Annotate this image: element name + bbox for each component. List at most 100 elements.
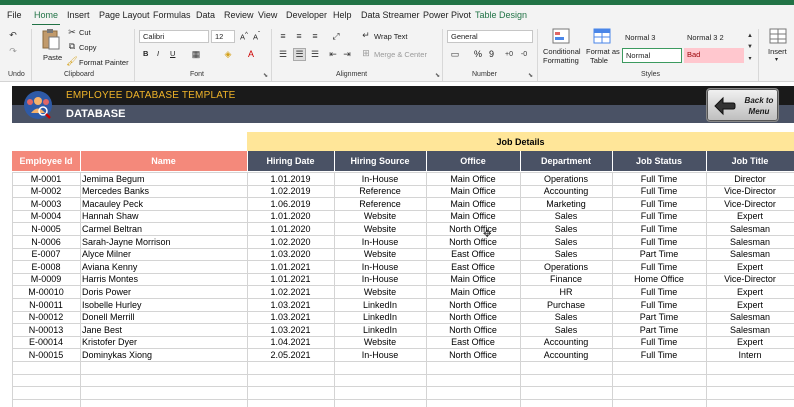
shrink-font-icon[interactable]: Aˇ bbox=[253, 31, 260, 42]
cell-name[interactable]: Carmel Beltran bbox=[82, 224, 247, 235]
cell-hiring-date[interactable]: 1.02.2021 bbox=[247, 287, 334, 298]
cell-hiring-date[interactable]: 1.04.2021 bbox=[247, 337, 334, 348]
orientation-icon[interactable]: ⤢ bbox=[330, 30, 342, 42]
cell-office[interactable]: Main Office bbox=[426, 211, 520, 222]
merge-center-button[interactable]: Merge & Center bbox=[374, 50, 427, 59]
italic-button[interactable]: I bbox=[157, 49, 159, 58]
cell-hiring-source[interactable]: Website bbox=[334, 287, 426, 298]
cell-name[interactable]: Jemima Begum bbox=[82, 174, 247, 185]
cell-job-status[interactable]: Full Time bbox=[612, 174, 706, 185]
tab-help[interactable]: Help bbox=[333, 10, 352, 20]
cell-hiring-source[interactable]: Website bbox=[334, 249, 426, 260]
tab-page-layout[interactable]: Page Layout bbox=[99, 10, 150, 20]
align-top-icon[interactable]: ≡ bbox=[277, 30, 289, 42]
cell-name[interactable]: Aviana Kenny bbox=[82, 262, 247, 273]
align-center-icon[interactable]: ☰ bbox=[293, 48, 306, 61]
cell-hiring-source[interactable]: Reference bbox=[334, 199, 426, 210]
styles-scroll-down-icon[interactable]: ▼ bbox=[746, 42, 754, 52]
cell-employee-id[interactable]: M-00010 bbox=[12, 287, 80, 298]
cell-office[interactable]: North Office bbox=[426, 350, 520, 361]
bold-button[interactable]: B bbox=[143, 49, 148, 58]
cell-hiring-date[interactable]: 2.05.2021 bbox=[247, 350, 334, 361]
undo-icon[interactable]: ↶ bbox=[6, 29, 20, 41]
grow-font-icon[interactable]: A^ bbox=[240, 31, 248, 42]
align-right-icon[interactable]: ☰ bbox=[309, 48, 321, 60]
cell-job-title[interactable]: Expert bbox=[706, 262, 794, 273]
cell-job-title[interactable]: Salesman bbox=[706, 237, 794, 248]
cell-department[interactable]: Marketing bbox=[520, 199, 612, 210]
cell-name[interactable]: Kristofer Dyer bbox=[82, 337, 247, 348]
cell-employee-id[interactable]: N-00013 bbox=[12, 325, 80, 336]
cell-job-title[interactable]: Intern bbox=[706, 350, 794, 361]
cell-name[interactable]: Hannah Shaw bbox=[82, 211, 247, 222]
cell-department[interactable]: Accounting bbox=[520, 350, 612, 361]
cell-job-status[interactable]: Full Time bbox=[612, 199, 706, 210]
tab-view[interactable]: View bbox=[258, 10, 277, 20]
cell-hiring-source[interactable]: Website bbox=[334, 211, 426, 222]
cell-job-title[interactable]: Vice-Director bbox=[706, 199, 794, 210]
redo-icon[interactable]: ↷ bbox=[6, 45, 20, 57]
cell-office[interactable]: Main Office bbox=[426, 174, 520, 185]
font-name-select[interactable]: Calibri bbox=[139, 30, 209, 43]
cell-job-status[interactable]: Part Time bbox=[612, 249, 706, 260]
align-middle-icon[interactable]: ≡ bbox=[293, 30, 305, 42]
cell-hiring-source[interactable]: In-House bbox=[334, 262, 426, 273]
increase-indent-icon[interactable]: ⇥ bbox=[341, 48, 353, 60]
cell-office[interactable]: Main Office bbox=[426, 186, 520, 197]
cell-department[interactable]: Sales bbox=[520, 224, 612, 235]
tab-table-design[interactable]: Table Design bbox=[475, 10, 527, 20]
cell-hiring-source[interactable]: In-House bbox=[334, 237, 426, 248]
fill-color-icon[interactable]: ◈ bbox=[222, 48, 234, 60]
wrap-text-button[interactable]: Wrap Text bbox=[374, 32, 408, 41]
cell-job-status[interactable]: Full Time bbox=[612, 186, 706, 197]
tab-power-pivot[interactable]: Power Pivot bbox=[423, 10, 471, 20]
cell-hiring-date[interactable]: 1.06.2019 bbox=[247, 199, 334, 210]
cell-job-title[interactable]: Vice-Director bbox=[706, 186, 794, 197]
cell-office[interactable]: East Office bbox=[426, 249, 520, 260]
percent-button[interactable]: % bbox=[474, 49, 482, 59]
styles-more-icon[interactable]: ▾ bbox=[746, 53, 754, 63]
tab-file[interactable]: File bbox=[7, 10, 22, 20]
cell-employee-id[interactable]: M-0003 bbox=[12, 199, 80, 210]
cell-job-title[interactable]: Salesman bbox=[706, 224, 794, 235]
cell-department[interactable]: Operations bbox=[520, 174, 612, 185]
copy-button[interactable]: Copy bbox=[79, 43, 97, 52]
style-normal[interactable]: Normal bbox=[622, 48, 682, 63]
font-size-select[interactable]: 12 bbox=[211, 30, 235, 43]
cell-department[interactable]: Sales bbox=[520, 325, 612, 336]
cell-name[interactable]: Harris Montes bbox=[82, 274, 247, 285]
tab-data-streamer[interactable]: Data Streamer bbox=[361, 10, 420, 20]
cell-employee-id[interactable]: E-0007 bbox=[12, 249, 80, 260]
cell-department[interactable]: Sales bbox=[520, 249, 612, 260]
cell-job-status[interactable]: Full Time bbox=[612, 287, 706, 298]
cell-employee-id[interactable]: N-00015 bbox=[12, 350, 80, 361]
cell-hiring-date[interactable]: 1.03.2021 bbox=[247, 300, 334, 311]
paste-icon[interactable] bbox=[40, 28, 62, 50]
cell-job-status[interactable]: Full Time bbox=[612, 300, 706, 311]
cell-office[interactable]: Main Office bbox=[426, 274, 520, 285]
cell-hiring-source[interactable]: Reference bbox=[334, 186, 426, 197]
cell-employee-id[interactable]: N-0005 bbox=[12, 224, 80, 235]
cell-job-status[interactable]: Part Time bbox=[612, 312, 706, 323]
cell-department[interactable]: Sales bbox=[520, 237, 612, 248]
format-painter-button[interactable]: Format Painter bbox=[79, 58, 129, 67]
cell-hiring-date[interactable]: 1.01.2020 bbox=[247, 211, 334, 222]
align-left-icon[interactable]: ☰ bbox=[277, 48, 289, 60]
cell-department[interactable]: Sales bbox=[520, 211, 612, 222]
conditional-formatting-label-2[interactable]: Formatting bbox=[543, 56, 579, 65]
cell-hiring-date[interactable]: 1.01.2021 bbox=[247, 262, 334, 273]
underline-button[interactable]: U bbox=[170, 49, 175, 58]
cell-job-title[interactable]: Salesman bbox=[706, 249, 794, 260]
worksheet[interactable]: EMPLOYEE DATABASE TEMPLATE DATABASE Back… bbox=[0, 82, 794, 407]
style-normal-3[interactable]: Normal 3 bbox=[622, 31, 682, 45]
cell-office[interactable]: East Office bbox=[426, 262, 520, 273]
tab-data[interactable]: Data bbox=[196, 10, 215, 20]
tab-developer[interactable]: Developer bbox=[286, 10, 327, 20]
cell-office[interactable]: North Office bbox=[426, 237, 520, 248]
cell-job-title[interactable]: Salesman bbox=[706, 312, 794, 323]
comma-button[interactable]: 9 bbox=[489, 49, 494, 59]
cell-office[interactable]: North Office bbox=[426, 312, 520, 323]
cell-name[interactable]: Mercedes Banks bbox=[82, 186, 247, 197]
cell-hiring-source[interactable]: LinkedIn bbox=[334, 312, 426, 323]
tab-home[interactable]: Home bbox=[31, 10, 61, 26]
